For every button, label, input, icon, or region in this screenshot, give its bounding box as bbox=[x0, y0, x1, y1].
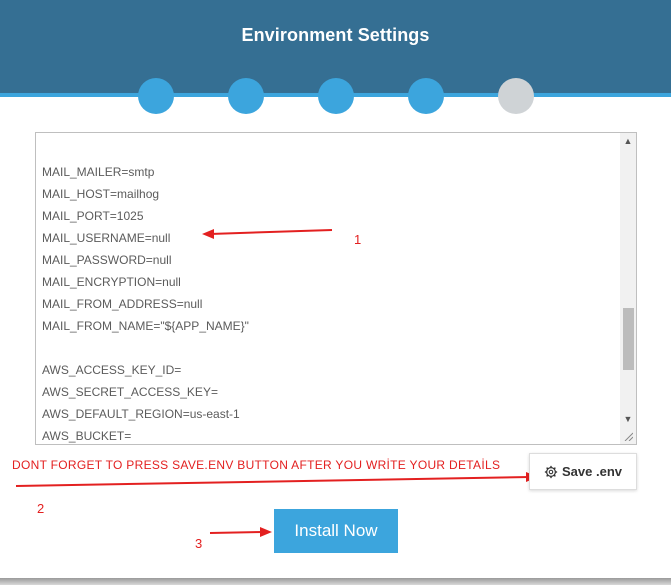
annotation-note: DONT FORGET TO PRESS SAVE.ENV BUTTON AFT… bbox=[12, 458, 501, 472]
annotation-number-1: 1 bbox=[354, 232, 362, 247]
annotation-number-3: 3 bbox=[195, 536, 203, 551]
arrow-2-shaft bbox=[15, 476, 531, 487]
install-now-button[interactable]: Install Now bbox=[274, 509, 398, 553]
arrow-1-shaft bbox=[209, 229, 333, 235]
gear-icon bbox=[544, 465, 558, 478]
annotation-number-2: 2 bbox=[37, 501, 45, 516]
arrow-3-head bbox=[260, 527, 272, 537]
save-env-label: Save .env bbox=[562, 464, 622, 479]
save-env-button[interactable]: Save .env bbox=[529, 453, 637, 490]
footer-shadow bbox=[0, 578, 671, 585]
arrow-1-head bbox=[202, 229, 214, 239]
annotation-arrows bbox=[15, 229, 538, 537]
arrow-3-shaft bbox=[209, 531, 265, 534]
